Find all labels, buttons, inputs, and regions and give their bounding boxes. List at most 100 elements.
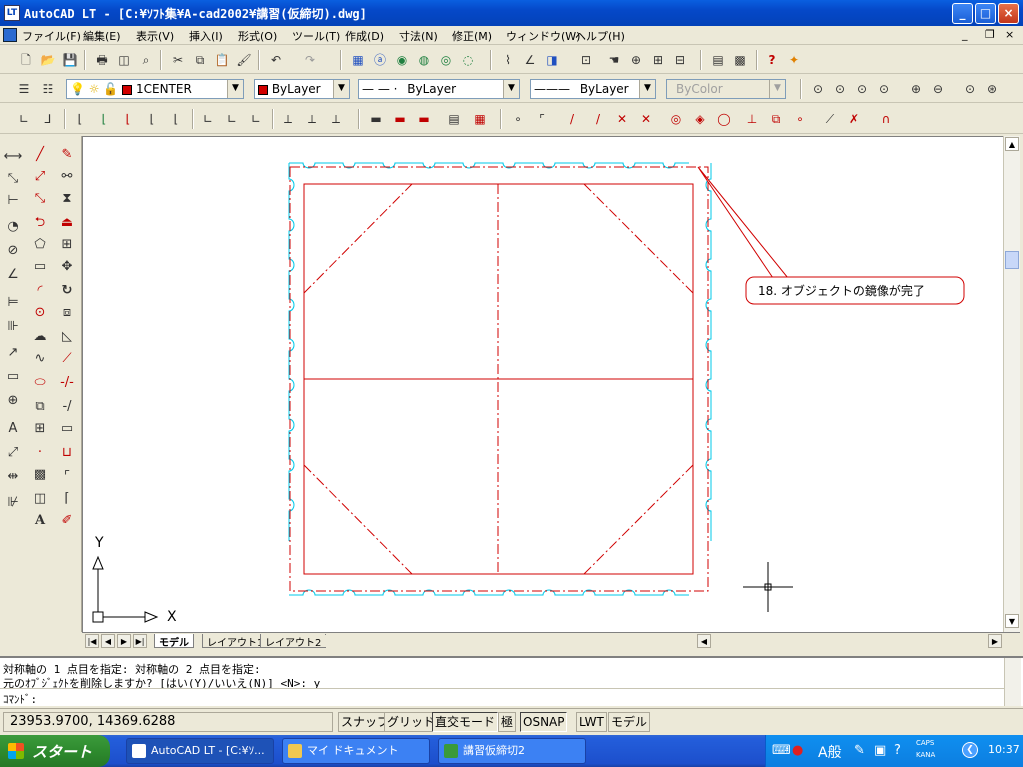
ucs-zaxis-icon[interactable]: ⟂ (326, 109, 346, 129)
polygon-icon[interactable]: ⬠ (29, 234, 51, 256)
dim-text-edit-icon[interactable]: ⤢ (2, 442, 24, 464)
chevron-left-icon[interactable]: ❮ (962, 742, 978, 758)
ime-dictionary-icon[interactable]: ✎ (854, 743, 865, 758)
web-icon[interactable]: ◉ (392, 50, 412, 70)
lengthen-icon[interactable]: ⟋ (56, 348, 78, 370)
calculator-icon[interactable]: ▩ (730, 50, 750, 70)
extend-icon[interactable]: -/ (56, 396, 78, 418)
chevron-down-icon[interactable]: ▼ (639, 80, 655, 98)
array-icon[interactable]: ⊞ (56, 234, 78, 256)
zoom-extents-icon[interactable]: ⊛ (982, 79, 1002, 99)
command-scrollbar[interactable] (1004, 658, 1021, 706)
new-icon[interactable]: 🗋 (16, 50, 36, 70)
cloud-icon[interactable]: ☁ (29, 326, 51, 348)
hatch-icon[interactable]: ▩ (29, 464, 51, 486)
ucs-world-icon[interactable]: ⌊ (94, 109, 114, 129)
spline-icon[interactable]: ∿ (29, 348, 51, 370)
snap-apparent-icon[interactable]: ✕ (636, 109, 656, 129)
xline-icon[interactable]: ⤢ (29, 166, 51, 188)
dim-angular-icon[interactable]: ∠ (2, 264, 24, 286)
snap-node-icon[interactable]: ∘ (790, 109, 810, 129)
explode-icon[interactable]: ✐ (56, 510, 78, 532)
ellipse-icon[interactable]: ⬭ (29, 372, 51, 394)
drawing-canvas[interactable]: 18. オブジェクトの鏡像が完了 Y X (82, 136, 1003, 632)
ucs-3point-icon[interactable]: ∟ (246, 109, 266, 129)
ime-help-icon[interactable]: ? (894, 743, 901, 758)
region-icon[interactable]: ◫ (29, 488, 51, 510)
keyboard-icon[interactable]: ⌨ (772, 743, 791, 758)
linetype-dropdown[interactable]: — — · ByLayer ▼ (358, 79, 520, 99)
snap-temp-icon[interactable]: ∘ (508, 109, 528, 129)
scroll-thumb[interactable] (1005, 251, 1019, 269)
menu-file[interactable]: ファイル(F) (22, 28, 81, 44)
hscroll-right-icon[interactable]: ▶ (988, 634, 1002, 648)
pan-icon[interactable]: ☚ (604, 50, 624, 70)
redo-icon[interactable]: ↷ (300, 50, 320, 70)
hscroll-left-icon[interactable]: ◀ (697, 634, 711, 648)
task-mydocuments[interactable]: マイ ドキュメント (282, 738, 430, 764)
ucs-z-icon[interactable]: ∟ (222, 109, 242, 129)
matchprop-icon[interactable]: 🖌 (234, 50, 254, 70)
hyperlink-icon[interactable]: ◌ (458, 50, 478, 70)
point-icon[interactable]: · (29, 442, 51, 464)
menu-dimension[interactable]: 寸法(N) (399, 28, 438, 44)
color-dropdown[interactable]: ByLayer ▼ (254, 79, 350, 99)
paste-icon[interactable]: 📋 (212, 50, 232, 70)
layer-manager-icon[interactable]: ☰ (14, 79, 34, 99)
dim-style-icon[interactable]: ⊮ (2, 492, 24, 514)
snap-nearest-icon[interactable]: ⟋ (820, 109, 840, 129)
open-icon[interactable]: 📂 (38, 50, 58, 70)
coordinate-readout[interactable]: 23953.9700, 14369.6288 (3, 712, 333, 732)
snap-from-icon[interactable]: ⌜ (532, 109, 552, 129)
center-mark-icon[interactable]: ⊕ (2, 390, 24, 412)
zoom-all-icon[interactable]: ⊙ (960, 79, 980, 99)
ime-mode[interactable]: A般 (818, 742, 842, 762)
qleader-icon[interactable]: ⅃ (38, 109, 58, 129)
break-icon[interactable]: ▭ (56, 418, 78, 440)
snap-intersection-icon[interactable]: ✕ (612, 109, 632, 129)
ime-tool-icon[interactable]: ● (792, 743, 803, 758)
task-excel[interactable]: 講習仮締切2 (438, 738, 586, 764)
menu-modify[interactable]: 修正(M) (452, 28, 492, 44)
lineweight-dropdown[interactable]: ——— ByLayer ▼ (530, 79, 656, 99)
toolpalette-icon[interactable]: ◎ (436, 50, 456, 70)
vertical-scrollbar[interactable]: ▲ ▼ (1003, 136, 1020, 632)
menu-edit[interactable]: 編集(E) (83, 28, 121, 44)
menu-draw[interactable]: 作成(D) (345, 28, 384, 44)
break-point-icon[interactable]: ⊔ (56, 442, 78, 464)
copy-obj-icon[interactable]: ⚯ (56, 166, 78, 188)
osnap-toggle[interactable]: OSNAP (520, 712, 568, 732)
lwt-toggle[interactable]: LWT (576, 712, 607, 732)
snap-insert-icon[interactable]: ⧉ (766, 109, 786, 129)
save-icon[interactable]: 💾 (60, 50, 80, 70)
dim-baseline-icon[interactable]: ▬ (414, 109, 434, 129)
layout-icon[interactable]: ▤ (708, 50, 728, 70)
block-icon[interactable]: ⊞ (29, 418, 51, 440)
snap-midpoint-icon[interactable]: / (588, 109, 608, 129)
print-icon[interactable]: 🖶 (92, 50, 112, 70)
doc-minimize-icon[interactable]: _ (962, 28, 968, 41)
scale-icon[interactable]: ⧈ (56, 302, 78, 324)
dim-baseline-icon[interactable]: ⊨ (2, 292, 24, 314)
ucs-x-icon[interactable]: ⟂ (278, 109, 298, 129)
ime-toolbox-icon[interactable]: ▣ (874, 743, 886, 758)
zoom-center-icon[interactable]: ⊙ (874, 79, 894, 99)
menu-window[interactable]: ウィンドウ(W) (506, 28, 580, 44)
start-button[interactable]: スタート (0, 735, 110, 767)
rectangle-icon[interactable]: ▭ (29, 256, 51, 278)
dim-diameter-icon[interactable]: ⊘ (2, 240, 24, 262)
model-toggle[interactable]: モデル (608, 712, 651, 732)
dim-edit-icon[interactable]: ▤ (444, 109, 464, 129)
undo-draw-icon[interactable]: ⮌ (29, 212, 51, 234)
task-autocad[interactable]: AutoCAD LT - [C:¥ｿ... (126, 738, 274, 764)
close-button[interactable]: × (998, 3, 1019, 24)
maximize-button[interactable]: □ (975, 3, 996, 24)
offset-icon[interactable]: ⏏ (56, 212, 78, 234)
zoom-previous-icon[interactable]: ⊟ (670, 50, 690, 70)
arc-icon[interactable]: ◜ (29, 280, 51, 302)
hscroll-track[interactable] (322, 635, 692, 647)
grid-toggle[interactable]: グリッド (384, 712, 439, 732)
menu-insert[interactable]: 挿入(I) (189, 28, 223, 44)
polyline-icon[interactable]: ⤡ (29, 188, 51, 210)
tab-model[interactable]: モデル (154, 634, 194, 649)
